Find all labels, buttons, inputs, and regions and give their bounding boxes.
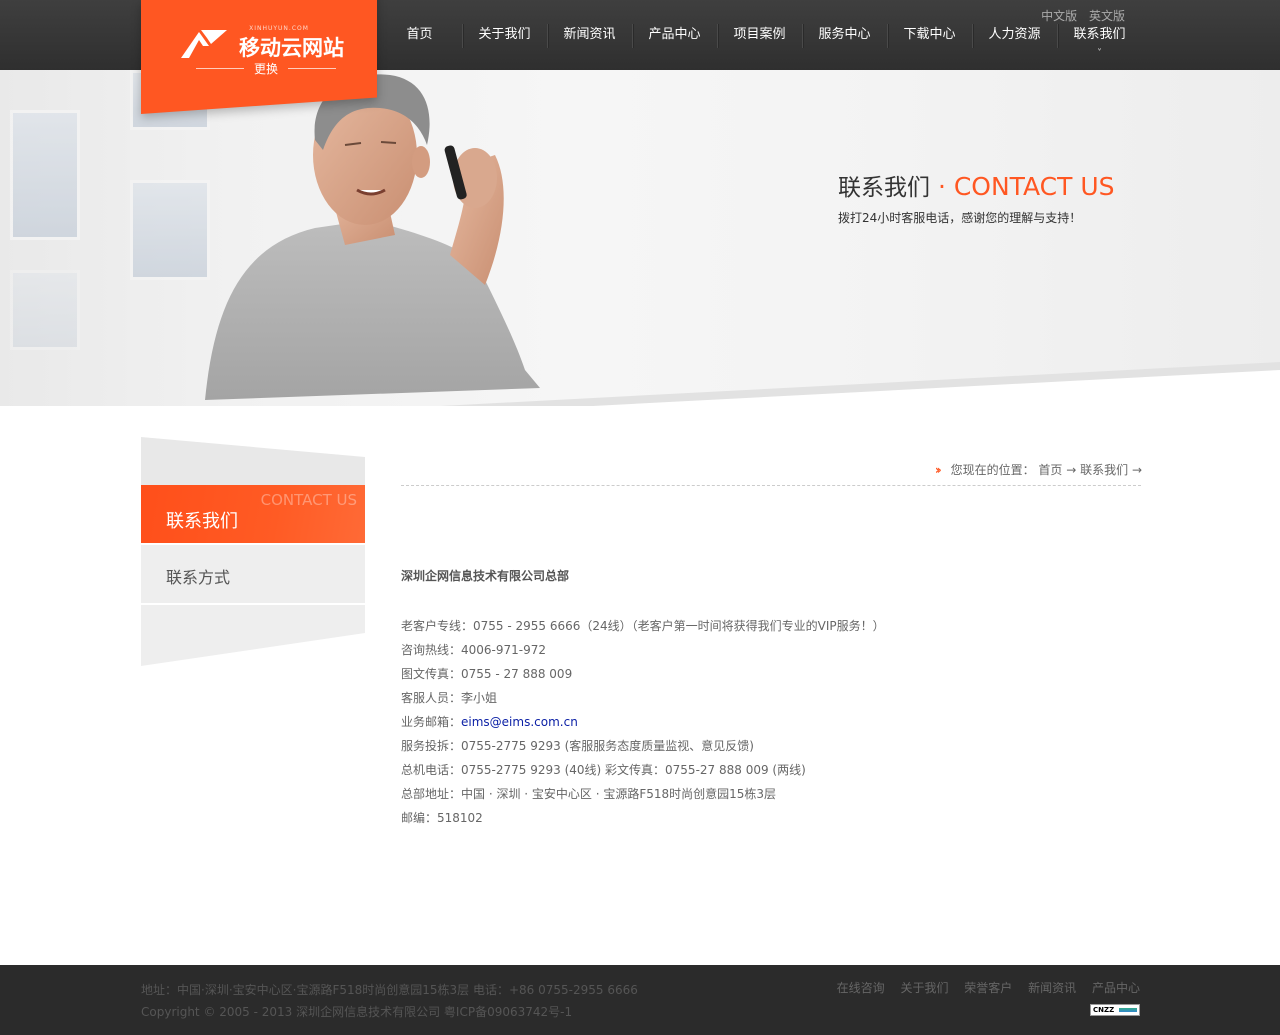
cnzz-badge[interactable]: CNZZ [1090,1004,1140,1016]
contact-row-complaint: 服务投拆：0755-2775 9293 (客服服务态度质量监视、意见反馈) [401,739,754,753]
person-on-phone-image [205,74,540,400]
breadcrumb-home-link[interactable]: 首页 [1038,463,1062,477]
banner-title-cn: 联系我们 [838,175,930,201]
footer-link-clients[interactable]: 荣誉客户 [964,981,1012,995]
banner-title-sep: · [930,172,954,201]
nav-item-news[interactable]: 新闻资讯 [547,20,632,50]
banner-title-en: CONTACT US [953,172,1115,201]
contact-row-address: 总部地址：中国 · 深圳 · 宝安中心区 · 宝源路F518时尚创意园15栋3层 [401,787,777,801]
footer-links: 在线咨询 关于我们 荣誉客户 新闻资讯 产品中心 [825,979,1140,996]
sidebar-bottom-decoration [141,605,365,666]
nav-item-service[interactable]: 服务中心 [802,20,887,50]
footer-info: 地址：中国·深圳·宝安中心区·宝源路F518时尚创意园15栋3层 电话：+86 … [141,979,638,1023]
sidebar-item-label: 联系方式 [166,568,231,587]
nav-item-download[interactable]: 下载中心 [887,20,972,50]
sidebar-heading-en: CONTACT US [260,491,357,509]
footer-link-products[interactable]: 产品中心 [1092,981,1140,995]
email-label: 业务邮箱： [401,715,462,729]
company-name: 深圳企网信息技术有限公司总部 [401,569,570,583]
contact-row-postcode: 邮编：518102 [401,811,483,825]
footer-copyright: Copyright © 2005 - 2013 深圳企网信息技术有限公司 粤IC… [141,1005,573,1019]
contact-row-hotline: 咨询热线：4006-971-972 [401,643,547,657]
logo-name: 移动云网站 [239,36,344,60]
background-window [10,270,80,350]
background-window [10,110,80,240]
contact-row-email: 业务邮箱：eims@eims.com.cn [401,710,1141,734]
breadcrumb-divider [401,485,1141,486]
nav-item-hr[interactable]: 人力资源 [972,20,1057,50]
contact-row-switchboard: 总机电话：0755-2775 9293 (40线) 彩文传真：0755-27 8… [401,763,806,777]
banner-title: 联系我们 · CONTACT US [838,168,1115,202]
main-nav: 首页 关于我们 新闻资讯 产品中心 项目案例 服务中心 下载中心 人力资源 联系… [377,20,1142,59]
sidebar-item-contact-methods[interactable]: 联系方式 [141,545,365,604]
contact-info-list: 老客户专线：0755 - 2955 6666（24线）（老客户第一时间将获得我们… [401,614,1141,830]
sidebar-top-decoration [141,437,365,485]
breadcrumb-arrow: → [1128,463,1142,477]
logo-domain-text: XINHUYUN.COM [249,25,309,32]
logo-mark-icon [181,30,227,58]
site-logo[interactable]: XINHUYUN.COM 移动云网站 更换 [141,0,377,100]
breadcrumb: ›› 您现在的位置： 首页 → 联系我们 → [935,461,1142,478]
breadcrumb-prefix: 您现在的位置： [950,463,1035,477]
nav-item-about[interactable]: 关于我们 [462,20,547,50]
email-link[interactable]: eims@eims.com.cn [461,715,578,729]
page-banner: 联系我们 · CONTACT US 拨打24小时客服电话，感谢您的理解与支持！ [0,70,1280,406]
banner-subtitle: 拨打24小时客服电话，感谢您的理解与支持！ [838,211,1082,225]
nav-item-contact[interactable]: 联系我们 ˅ [1057,20,1142,59]
nav-item-contact-label: 联系我们 [1073,27,1126,42]
sidebar-heading-cn: 联系我们 [166,511,238,532]
site-footer: 地址：中国·深圳·宝安中心区·宝源路F518时尚创意园15栋3层 电话：+86 … [0,965,1280,1035]
nav-item-cases[interactable]: 项目案例 [717,20,802,50]
nav-item-home[interactable]: 首页 [377,20,462,50]
contact-row-fax: 图文传真：0755 - 27 888 009 [401,667,573,681]
nav-item-products[interactable]: 产品中心 [632,20,717,50]
sidebar-heading[interactable]: CONTACT US 联系我们 [141,485,365,543]
breadcrumb-arrow: → [1062,463,1081,477]
chevron-down-icon: ˅ [1097,48,1102,59]
footer-link-online-consult[interactable]: 在线咨询 [837,981,885,995]
logo-switch-link[interactable]: 更换 [196,60,336,77]
breadcrumb-current-link[interactable]: 联系我们 [1080,463,1128,477]
contact-content: 深圳企网信息技术有限公司总部 老客户专线：0755 - 2955 6666（24… [401,566,1141,830]
double-chevron-right-icon: ›› [934,463,942,477]
footer-address: 地址：中国·深圳·宝安中心区·宝源路F518时尚创意园15栋3层 电话：+86 … [141,983,638,997]
footer-link-about[interactable]: 关于我们 [900,981,948,995]
contact-row-vip-line: 老客户专线：0755 - 2955 6666（24线）（老客户第一时间将获得我们… [401,619,885,633]
footer-link-news[interactable]: 新闻资讯 [1028,981,1076,995]
contact-row-staff: 客服人员：李小姐 [401,691,498,705]
